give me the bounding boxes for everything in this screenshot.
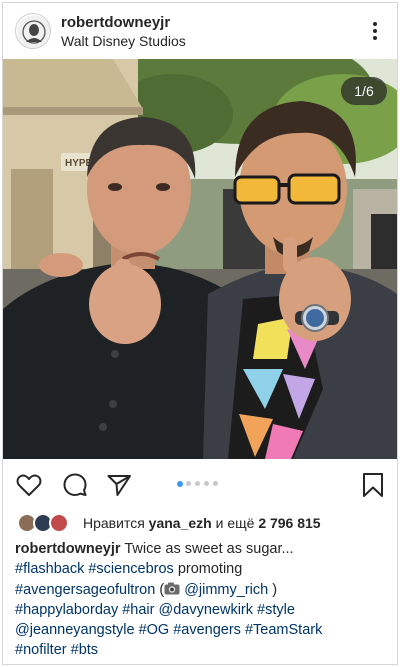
mention-link[interactable]: @davynewkirk (159, 602, 254, 618)
post-username[interactable]: robertdowneyjr (61, 14, 170, 31)
comment-icon[interactable] (61, 471, 89, 499)
post-caption: robertdowneyjr Twice as sweet as sugar..… (15, 539, 387, 661)
caption-text: Twice as sweet as sugar... (124, 541, 294, 557)
hashtag-link[interactable]: #hair (122, 602, 154, 618)
caption-paren: ) (272, 581, 278, 598)
mention-link[interactable]: @jimmy_rich (184, 582, 268, 598)
hashtag-link[interactable]: #avengersageofultron (15, 582, 155, 598)
carousel-dot (195, 481, 200, 486)
post-photo[interactable]: HYPE 1/6 (3, 59, 397, 459)
hashtag-link[interactable]: #bts (71, 642, 98, 658)
hashtag-link[interactable]: #avengers (173, 622, 241, 638)
bookmark-icon[interactable] (359, 471, 387, 499)
carousel-dot (177, 480, 183, 487)
hashtag-link[interactable]: #OG (139, 622, 170, 638)
likes-row: Нравится yana_ezh и ещё 2 796 815 (17, 511, 387, 535)
caption-word: promoting (177, 561, 243, 578)
hashtag-link[interactable]: #TeamStark (245, 622, 322, 638)
heart-icon[interactable] (15, 471, 43, 499)
action-bar (3, 459, 397, 509)
camera-emoji-icon (164, 581, 180, 595)
hashtag-link[interactable]: #nofilter (15, 642, 67, 658)
likes-prefix: Нравится (83, 515, 145, 531)
image-counter: 1/6 (341, 77, 387, 105)
carousel-dot (186, 481, 191, 486)
post-card: robertdowneyjr Walt Disney Studios HYPE (2, 2, 398, 665)
hashtag-link[interactable]: #style (257, 602, 295, 618)
post-header: robertdowneyjr Walt Disney Studios (3, 3, 397, 59)
carousel-dot (213, 481, 218, 486)
liker-avatar[interactable] (49, 513, 69, 533)
likes-text[interactable]: Нравится yana_ezh и ещё 2 796 815 (83, 515, 321, 531)
hashtag-link[interactable]: #flashback (15, 561, 84, 577)
caption-username[interactable]: robertdowneyjr (15, 541, 121, 557)
paper-plane-icon[interactable] (105, 471, 133, 499)
liker-username[interactable]: yana_ezh (149, 515, 212, 531)
post-location[interactable]: Walt Disney Studios (61, 33, 186, 49)
mention-link[interactable]: @jeanneyangstyle (15, 622, 135, 638)
more-vertical-icon[interactable] (365, 19, 385, 43)
likes-middle: и ещё (215, 515, 255, 531)
hashtag-link[interactable]: #happylaborday (15, 602, 118, 618)
hashtag-link[interactable]: #sciencebros (88, 561, 173, 577)
avatar[interactable] (15, 13, 51, 49)
carousel-dot (204, 481, 209, 486)
likes-count[interactable]: 2 796 815 (258, 515, 320, 531)
